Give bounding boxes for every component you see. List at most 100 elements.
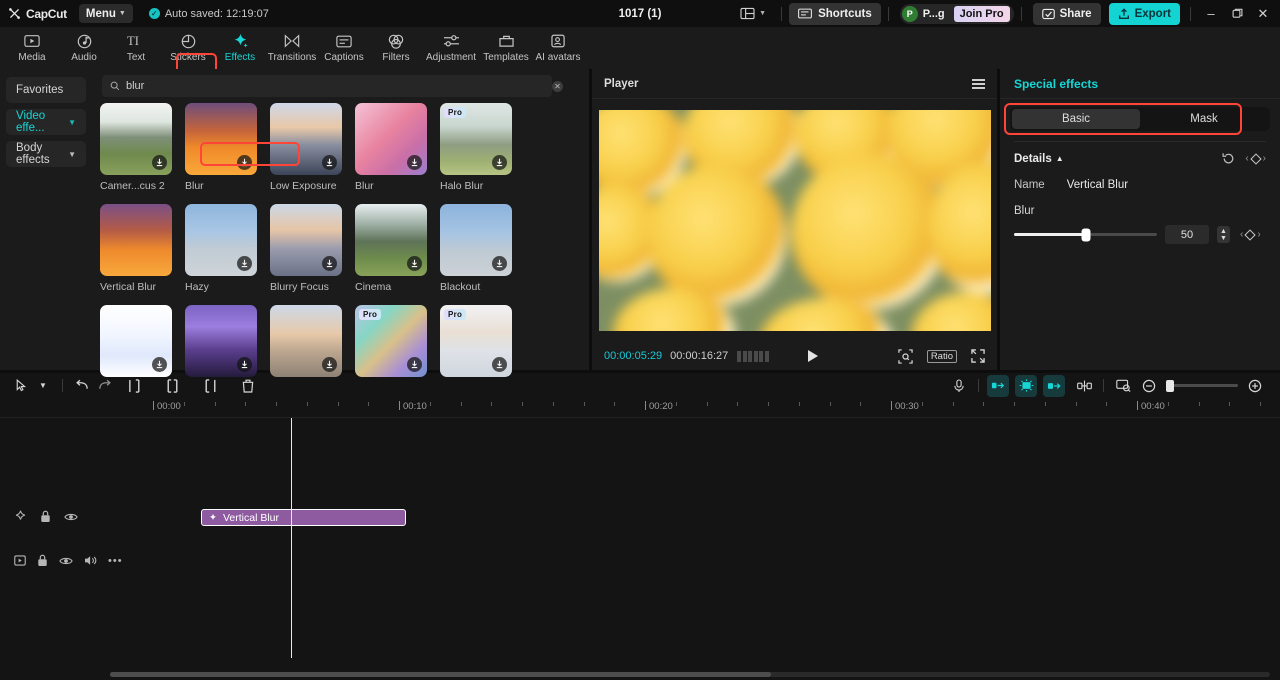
effect-thumbnail[interactable] <box>270 204 342 276</box>
tab-ai-avatars[interactable]: AI avatars <box>532 28 584 68</box>
tab-media[interactable]: Media <box>6 28 58 68</box>
mute-track-button[interactable] <box>84 555 97 566</box>
download-icon[interactable] <box>237 357 252 372</box>
effect-item[interactable]: Cinema <box>355 204 440 293</box>
tab-adjustment[interactable]: Adjustment <box>422 28 480 68</box>
mic-icon[interactable] <box>948 375 970 397</box>
effect-thumbnail[interactable] <box>440 204 512 276</box>
effect-item[interactable] <box>270 305 355 382</box>
lock-track-button[interactable] <box>37 554 48 567</box>
effect-thumbnail[interactable] <box>270 305 342 377</box>
sidebar-item-body-effects[interactable]: Body effects ▼ <box>6 141 86 167</box>
effect-item[interactable]: Blurry Focus <box>270 204 355 293</box>
close-button[interactable]: ✕ <box>1250 0 1276 27</box>
tab-effects[interactable]: Effects <box>214 28 266 68</box>
export-button[interactable]: Export <box>1108 2 1180 25</box>
zoom-in-icon[interactable] <box>1244 375 1266 397</box>
more-options-button[interactable]: ••• <box>108 555 123 567</box>
share-button[interactable]: Share <box>1032 2 1101 25</box>
download-icon[interactable] <box>492 357 507 372</box>
select-tool-caret[interactable]: ▼ <box>32 375 54 397</box>
download-icon[interactable] <box>492 256 507 271</box>
tab-captions[interactable]: Captions <box>318 28 370 68</box>
effect-thumbnail[interactable] <box>185 204 257 276</box>
download-icon[interactable] <box>407 357 422 372</box>
blur-slider[interactable] <box>1014 228 1157 241</box>
effect-item[interactable]: Blackout <box>440 204 525 293</box>
blur-value-input[interactable]: 50 <box>1165 225 1209 244</box>
close-icon[interactable]: ✕ <box>552 80 563 92</box>
blur-stepper[interactable]: ▲ ▼ <box>1217 226 1230 243</box>
effect-item[interactable] <box>100 305 185 382</box>
effect-item[interactable]: Vertical Blur <box>100 204 185 293</box>
mirror-icon[interactable] <box>1073 375 1095 397</box>
effect-thumbnail[interactable] <box>100 305 172 377</box>
download-icon[interactable] <box>152 155 167 170</box>
undo-icon[interactable] <box>71 375 93 397</box>
hide-track-button[interactable] <box>64 512 78 522</box>
search-input[interactable]: blur <box>102 75 552 97</box>
layout-button[interactable]: ▼ <box>732 3 774 25</box>
effect-thumbnail[interactable] <box>270 103 342 175</box>
effect-item[interactable]: Low Exposure <box>270 103 355 192</box>
tab-text[interactable]: TI Text <box>110 28 162 68</box>
frames-icon[interactable] <box>737 350 769 362</box>
effect-item[interactable]: Camer...cus 2 <box>100 103 185 192</box>
zoom-slider[interactable] <box>1166 379 1238 392</box>
auto-caption-icon[interactable] <box>1015 374 1037 397</box>
scrollbar-thumb[interactable] <box>110 672 772 677</box>
zoom-out-icon[interactable] <box>1138 375 1160 397</box>
reset-icon[interactable] <box>1222 152 1235 165</box>
auto-cut-icon[interactable] <box>987 374 1009 397</box>
effect-thumbnail[interactable]: Pro <box>355 305 427 377</box>
download-icon[interactable] <box>492 155 507 170</box>
effect-item[interactable]: Blur <box>355 103 440 192</box>
keyframe-diamond-icon[interactable]: ‹ › <box>1240 228 1261 241</box>
fullscreen-icon[interactable] <box>971 349 985 363</box>
effect-thumbnail[interactable] <box>185 305 257 377</box>
blur-slider-handle[interactable] <box>1081 228 1090 241</box>
effect-thumbnail[interactable] <box>100 103 172 175</box>
link-icon[interactable] <box>1043 374 1065 397</box>
effect-thumbnail[interactable]: Pro <box>440 305 512 377</box>
video-preview[interactable] <box>598 110 991 331</box>
maximize-button[interactable] <box>1224 0 1250 27</box>
select-arrow-icon[interactable] <box>10 375 32 397</box>
download-icon[interactable] <box>407 155 422 170</box>
tab-basic[interactable]: Basic <box>1012 109 1140 129</box>
effect-item[interactable]: Pro <box>355 305 440 382</box>
sidebar-item-favorites[interactable]: Favorites <box>6 77 86 103</box>
effect-item[interactable]: Pro <box>440 305 525 382</box>
effect-item[interactable]: Hazy <box>185 204 270 293</box>
tab-templates[interactable]: Templates <box>480 28 532 68</box>
ratio-button[interactable]: Ratio <box>926 349 957 363</box>
sidebar-item-video-effects[interactable]: Video effe... ▼ <box>6 109 86 135</box>
effect-item[interactable]: Blur <box>185 103 270 192</box>
shortcuts-button[interactable]: Shortcuts <box>789 2 881 25</box>
effect-thumbnail[interactable] <box>355 103 427 175</box>
crop-icon[interactable] <box>898 348 913 364</box>
tab-audio[interactable]: Audio <box>58 28 110 68</box>
effect-item[interactable]: Pro Halo Blur <box>440 103 525 192</box>
minimize-button[interactable]: – <box>1198 0 1224 27</box>
download-icon[interactable] <box>152 357 167 372</box>
effect-thumbnail[interactable]: Pro <box>440 103 512 175</box>
keyframe-diamond-icon[interactable]: ‹ › <box>1245 152 1266 165</box>
user-account[interactable]: P P...g Join Pro <box>899 3 1014 24</box>
effect-thumbnail[interactable] <box>100 204 172 276</box>
download-icon[interactable] <box>322 357 337 372</box>
playhead[interactable] <box>291 418 292 658</box>
menu-button[interactable]: Menu ▼ <box>78 4 133 23</box>
effect-item[interactable] <box>185 305 270 382</box>
join-pro-button[interactable]: Join Pro <box>953 5 1010 22</box>
tab-stickers[interactable]: Stickers <box>162 28 214 68</box>
download-icon[interactable] <box>407 256 422 271</box>
download-icon[interactable] <box>322 256 337 271</box>
download-icon[interactable] <box>237 155 252 170</box>
effect-thumbnail[interactable] <box>185 103 257 175</box>
hamburger-icon[interactable] <box>972 78 985 89</box>
hide-track-button[interactable] <box>59 556 73 566</box>
download-icon[interactable] <box>237 256 252 271</box>
tab-filters[interactable]: Filters <box>370 28 422 68</box>
tab-transitions[interactable]: Transitions <box>266 28 318 68</box>
